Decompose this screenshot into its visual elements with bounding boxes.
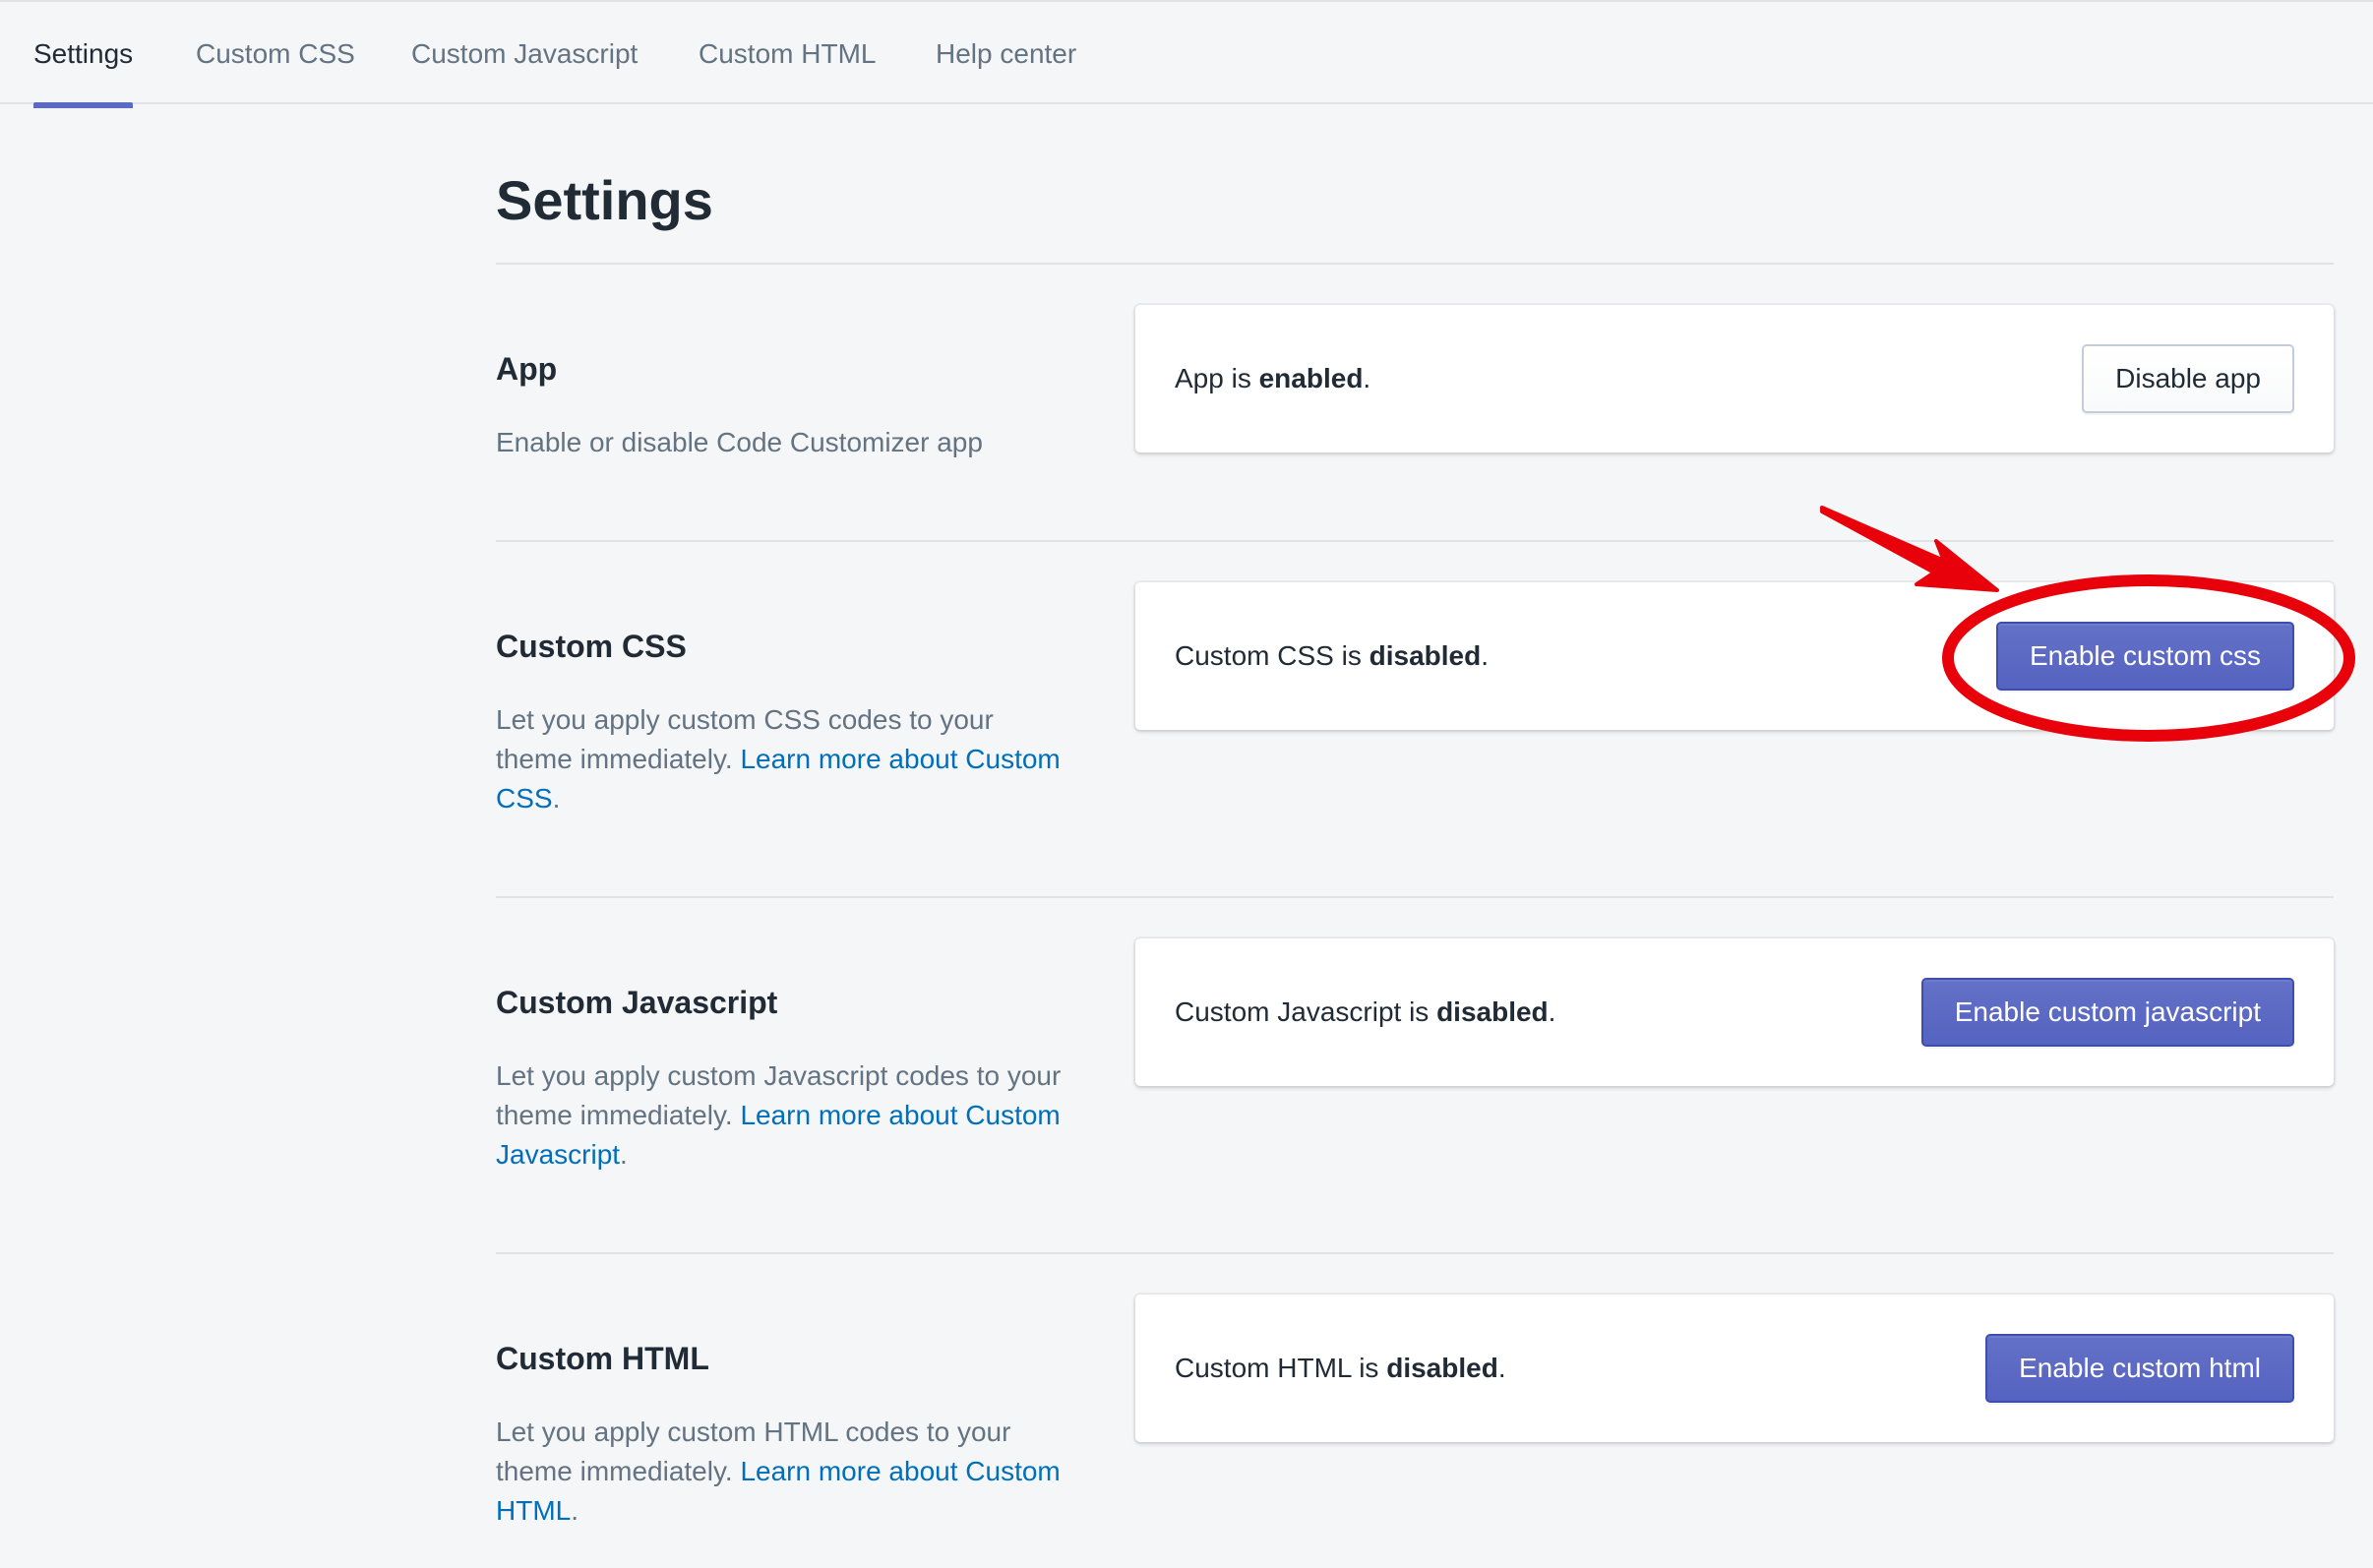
top-tab-bar: Settings Custom CSS Custom Javascript Cu… <box>0 0 2373 108</box>
page-title: Settings <box>496 169 713 231</box>
divider <box>496 896 2334 898</box>
enable-custom-css-button[interactable]: Enable custom css <box>1996 622 2294 691</box>
section-title-custom-html: Custom HTML <box>496 1341 709 1376</box>
tab-custom-html[interactable]: Custom HTML <box>699 2 876 106</box>
section-title-app: App <box>496 351 558 387</box>
app-status-text: App is enabled. <box>1175 363 1371 393</box>
custom-javascript-status-card: Custom Javascript is disabled. Enable cu… <box>1135 938 2334 1086</box>
section-title-custom-css: Custom CSS <box>496 629 687 664</box>
section-description-custom-html: Let you apply custom HTML codes to your … <box>496 1417 1061 1526</box>
section-description-app: Enable or disable Code Customizer app <box>496 427 983 457</box>
custom-html-status-value: disabled <box>1386 1353 1498 1383</box>
tab-custom-css[interactable]: Custom CSS <box>196 2 355 106</box>
tab-custom-javascript[interactable]: Custom Javascript <box>411 2 638 106</box>
section-description-custom-css: Let you apply custom CSS codes to your t… <box>496 704 1061 814</box>
app-status-value: enabled <box>1258 363 1364 393</box>
custom-css-status-text: Custom CSS is disabled. <box>1175 640 1489 671</box>
custom-html-status-card: Custom HTML is disabled. Enable custom h… <box>1135 1295 2334 1442</box>
custom-css-status-value: disabled <box>1369 640 1482 671</box>
section-description-custom-javascript: Let you apply custom Javascript codes to… <box>496 1060 1062 1170</box>
section-title-custom-javascript: Custom Javascript <box>496 985 778 1020</box>
enable-custom-javascript-button[interactable]: Enable custom javascript <box>1920 978 2294 1047</box>
divider <box>496 1252 2334 1254</box>
custom-javascript-status-value: disabled <box>1436 996 1549 1027</box>
tab-settings[interactable]: Settings <box>33 2 134 108</box>
divider <box>496 263 2334 265</box>
app-status-card: App is enabled. Disable app <box>1135 305 2334 452</box>
custom-css-status-card: Custom CSS is disabled. Enable custom cs… <box>1135 582 2334 730</box>
custom-html-status-text: Custom HTML is disabled. <box>1175 1353 1506 1383</box>
enable-custom-html-button[interactable]: Enable custom html <box>1985 1334 2294 1403</box>
tab-help-center[interactable]: Help center <box>936 2 1076 106</box>
custom-javascript-status-text: Custom Javascript is disabled. <box>1175 996 1556 1027</box>
annotation-arrow-icon <box>1820 506 1999 592</box>
divider <box>496 540 2334 542</box>
disable-app-button[interactable]: Disable app <box>2082 344 2294 413</box>
